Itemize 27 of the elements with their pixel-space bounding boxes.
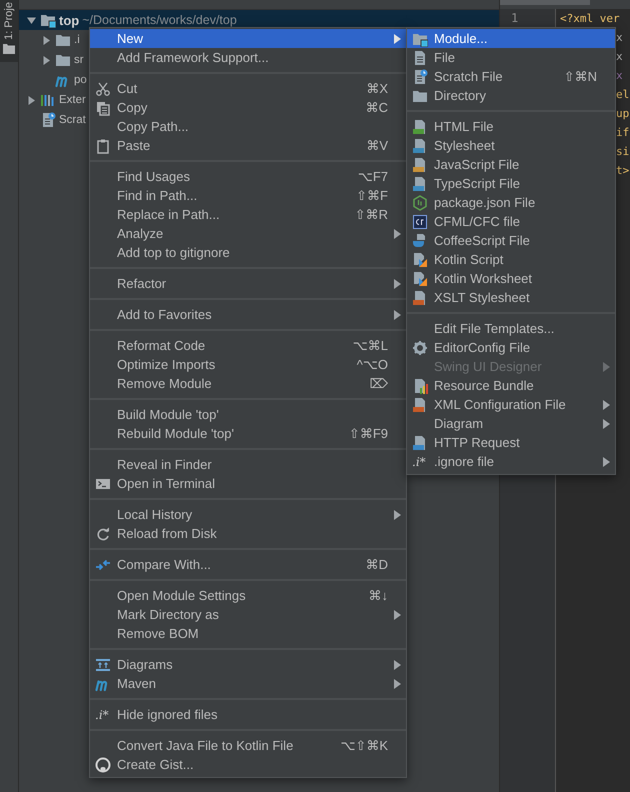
- keyboard-shortcut: ⌘↓: [368, 588, 388, 604]
- keyboard-shortcut: ⌘X: [366, 80, 388, 96]
- keyboard-shortcut: ⌦: [370, 376, 388, 392]
- keyboard-shortcut: ⌘C: [366, 100, 388, 116]
- keyboard-shortcut: ^⌥O: [356, 356, 388, 372]
- ignore-glyph: .i*: [95, 708, 109, 722]
- code-text: <?xml ver: [560, 12, 620, 25]
- code-text: x: [616, 31, 623, 44]
- code-text: x: [616, 69, 623, 82]
- code-text: if: [616, 126, 630, 139]
- code-text: si: [616, 145, 630, 158]
- keyboard-shortcut: ⌘D: [366, 556, 388, 572]
- code-text: t>: [616, 164, 630, 177]
- code-text: el: [616, 88, 630, 101]
- code-text: x: [616, 50, 623, 63]
- keyboard-shortcut: ⇧⌘F: [356, 188, 388, 204]
- keyboard-shortcut: ⌥F7: [358, 168, 388, 184]
- keyboard-shortcut: ⌥⌘L: [352, 338, 388, 354]
- keyboard-shortcut: ⇧⌘F9: [348, 426, 388, 442]
- keyboard-shortcut: ⇧⌘N: [564, 68, 597, 84]
- ignore-glyph: .i*: [412, 454, 426, 468]
- keyboard-shortcut: ⌘V: [366, 138, 388, 154]
- code-text: up: [616, 107, 630, 120]
- line-number: 1: [510, 10, 520, 27]
- keyboard-shortcut: ⌥⇧⌘K: [340, 738, 388, 754]
- keyboard-shortcut: ⇧⌘R: [354, 206, 388, 222]
- path-text: ~/Documents/works/dev/top: [82, 13, 237, 27]
